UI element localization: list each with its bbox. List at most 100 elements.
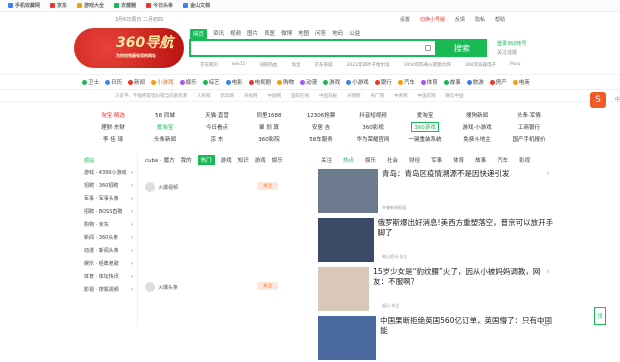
hot-word[interactable]: 同期热血 (260, 62, 278, 68)
nav-item[interactable]: 日历 (105, 78, 122, 86)
news-tab[interactable]: 体育 (453, 156, 464, 164)
hot-word[interactable]: 2022年四叶子哈尔滨 (347, 62, 390, 68)
topbar-link[interactable]: 去健圈 (114, 2, 136, 9)
site-link[interactable]: 爱淘宝 (139, 121, 191, 132)
news-tab[interactable]: 社会 (387, 156, 398, 164)
header-link[interactable]: 切换小号版 (420, 16, 445, 23)
hot-word[interactable]: 1950年陈奇火箭图大阵 (403, 62, 450, 68)
search-tab[interactable]: 地图 (298, 29, 309, 39)
sidebar-item[interactable]: 新闻 · 360头条 › (80, 231, 137, 244)
site-link[interactable]: 360影视 (347, 121, 399, 132)
hot-word[interactable]: Pixiv (510, 62, 520, 68)
site-link[interactable]: 理财·东财 (87, 121, 139, 132)
nav-item[interactable]: 汽车 (397, 78, 415, 86)
site-link[interactable]: 同里1688 (243, 109, 295, 120)
news-tab[interactable]: 军事 (431, 156, 442, 164)
search-tab[interactable]: 地码 (332, 29, 343, 39)
news-tab[interactable]: 影视 (519, 156, 530, 164)
nav-item[interactable]: 娱乐 (179, 78, 197, 86)
sidebar-item[interactable]: 体育 · 体坛快讯 › (80, 270, 137, 283)
nav-item[interactable]: 小游戏 (151, 78, 174, 86)
header-link[interactable]: 帮助 (495, 16, 505, 23)
news-thumbnail[interactable] (318, 267, 370, 311)
site-link[interactable]: 爱淘宝 (399, 109, 451, 120)
login-box[interactable]: 登录360帐号 关注话题 (497, 40, 527, 58)
site-link[interactable]: 华为荣耀官网 (347, 133, 399, 144)
sidebar-item[interactable]: 影视 · 搜狐视频 › (80, 283, 137, 296)
news-tab[interactable]: 财经 (409, 156, 420, 164)
header-link[interactable]: 反馈 (455, 16, 465, 23)
nav-item[interactable]: 综艺 (202, 78, 220, 86)
hot-word[interactable]: win11 (232, 62, 246, 68)
sidebar-item[interactable]: 动漫 · 新闻头条 › (80, 244, 137, 257)
news-thumbnail[interactable] (318, 169, 378, 213)
news-title[interactable]: 中国果断拒绝英国560亿订单，英国懵了：只有中国能 (380, 316, 554, 362)
site-link[interactable]: 京 东 (191, 133, 243, 144)
sidebar-item[interactable]: 购物 · 京东 › (80, 218, 137, 231)
feed-tab[interactable]: cube · 魔方 (145, 156, 175, 164)
site-link[interactable]: 今日看点 (191, 121, 243, 132)
header-link[interactable]: 隐私 (475, 16, 485, 23)
notice-item[interactable]: 央广网 (371, 93, 385, 99)
search-input[interactable] (189, 39, 437, 57)
camera-icon[interactable] (425, 45, 431, 51)
site-link[interactable]: 12306抢票 (295, 109, 347, 120)
notice-item[interactable]: 央视网 (244, 93, 258, 99)
site-link[interactable]: 天猫·直营 (191, 109, 243, 120)
news-item[interactable]: 俄罗斯爆出好消息!美西方重塑落空，普京可以放开手脚了 每日资讯·关注 × (318, 218, 554, 264)
nav-item[interactable]: 卫士 (82, 78, 99, 86)
site-link[interactable]: 工商银行 (503, 121, 555, 132)
news-tab[interactable]: 娱乐 (365, 156, 376, 164)
nav-item[interactable]: 电影 (225, 78, 243, 86)
notice-item[interactable]: 中国网 (268, 93, 282, 99)
back-to-top-button[interactable]: 顶 (594, 307, 606, 325)
hot-word[interactable]: 淘宝 (292, 62, 301, 68)
nav-item[interactable]: 购物 (277, 78, 294, 86)
search-tab[interactable]: 问答 (315, 29, 326, 39)
notice-item[interactable]: 人民网 (197, 93, 211, 99)
site-link[interactable]: 李 佳 琦 (87, 133, 139, 144)
sidebar-item[interactable]: 娱乐 · 经典老歌 › (80, 257, 137, 270)
notice-item[interactable]: 中国日报 (319, 93, 337, 99)
sidebar-item[interactable]: 招聘 · 360招聘 › (80, 179, 137, 192)
nav-item[interactable]: 房产 (489, 78, 507, 86)
topbar-link[interactable]: 今日头条 (146, 2, 173, 9)
hot-word[interactable]: 360浏览器电子 (465, 62, 496, 68)
search-tab[interactable]: 微博 (281, 29, 292, 39)
news-tab[interactable]: 汽车 (497, 156, 508, 164)
site-link[interactable]: 58 同城 (139, 109, 191, 120)
news-thumbnail[interactable] (318, 218, 374, 262)
topbar-link[interactable]: 手机收藏网 (8, 2, 40, 9)
nav-item[interactable]: 银行 (374, 78, 392, 86)
notice-item[interactable]: 网信中国 (446, 93, 464, 99)
news-item[interactable]: 15岁少女是“豹纹腰”火了，因从小被妈妈调教，网友：不服啊？ 娱乐·关注 × (318, 267, 554, 313)
nav-item[interactable]: 电商 (512, 78, 530, 86)
close-icon[interactable]: × (546, 220, 550, 226)
site-link[interactable]: 游戏·小游戏 (451, 121, 503, 132)
hot-word[interactable]: 京东网页 (200, 62, 218, 68)
header-link[interactable]: 设置 (400, 16, 410, 23)
news-title[interactable]: 15岁少女是“豹纹腰”火了，因从小被妈妈调教，网友：不服啊？ (373, 267, 554, 313)
nav-item[interactable]: 小游戏 (346, 78, 369, 86)
notice-item[interactable]: 中青网 (394, 93, 408, 99)
notice-item[interactable]: 中国军网 (418, 93, 436, 99)
nav-item[interactable]: 新闻 (128, 78, 145, 86)
topbar-link[interactable]: 京东 (50, 2, 67, 9)
sidebar-item[interactable]: 招聘 · BOSS直聘 › (80, 205, 137, 218)
search-tab[interactable]: 良医 (264, 29, 275, 39)
follow-button[interactable]: 关注 (257, 182, 278, 190)
site-link[interactable]: 360游戏 (399, 121, 451, 132)
site-link[interactable]: 国产手机报价 (503, 133, 555, 144)
nav-item[interactable]: 旅游 (466, 78, 484, 86)
news-item[interactable]: 中国果断拒绝英国560亿订单，英国懵了：只有中国能 × (318, 316, 554, 362)
sogou-input-icon[interactable]: S (590, 92, 606, 108)
search-tab[interactable]: 图片 (247, 29, 258, 39)
search-tab[interactable]: 公益 (349, 29, 360, 39)
site-link[interactable]: 头条·军情 (503, 109, 555, 120)
refresh-icon[interactable] (541, 317, 550, 326)
feed-tab[interactable]: 游戏 (221, 156, 232, 164)
follow-button[interactable]: 关注 (257, 282, 278, 290)
topbar-link[interactable]: 游戏大全 (77, 2, 104, 9)
nav-item[interactable]: 游戏 (323, 78, 340, 86)
site-link[interactable]: 淘宝·精选 (87, 109, 139, 120)
